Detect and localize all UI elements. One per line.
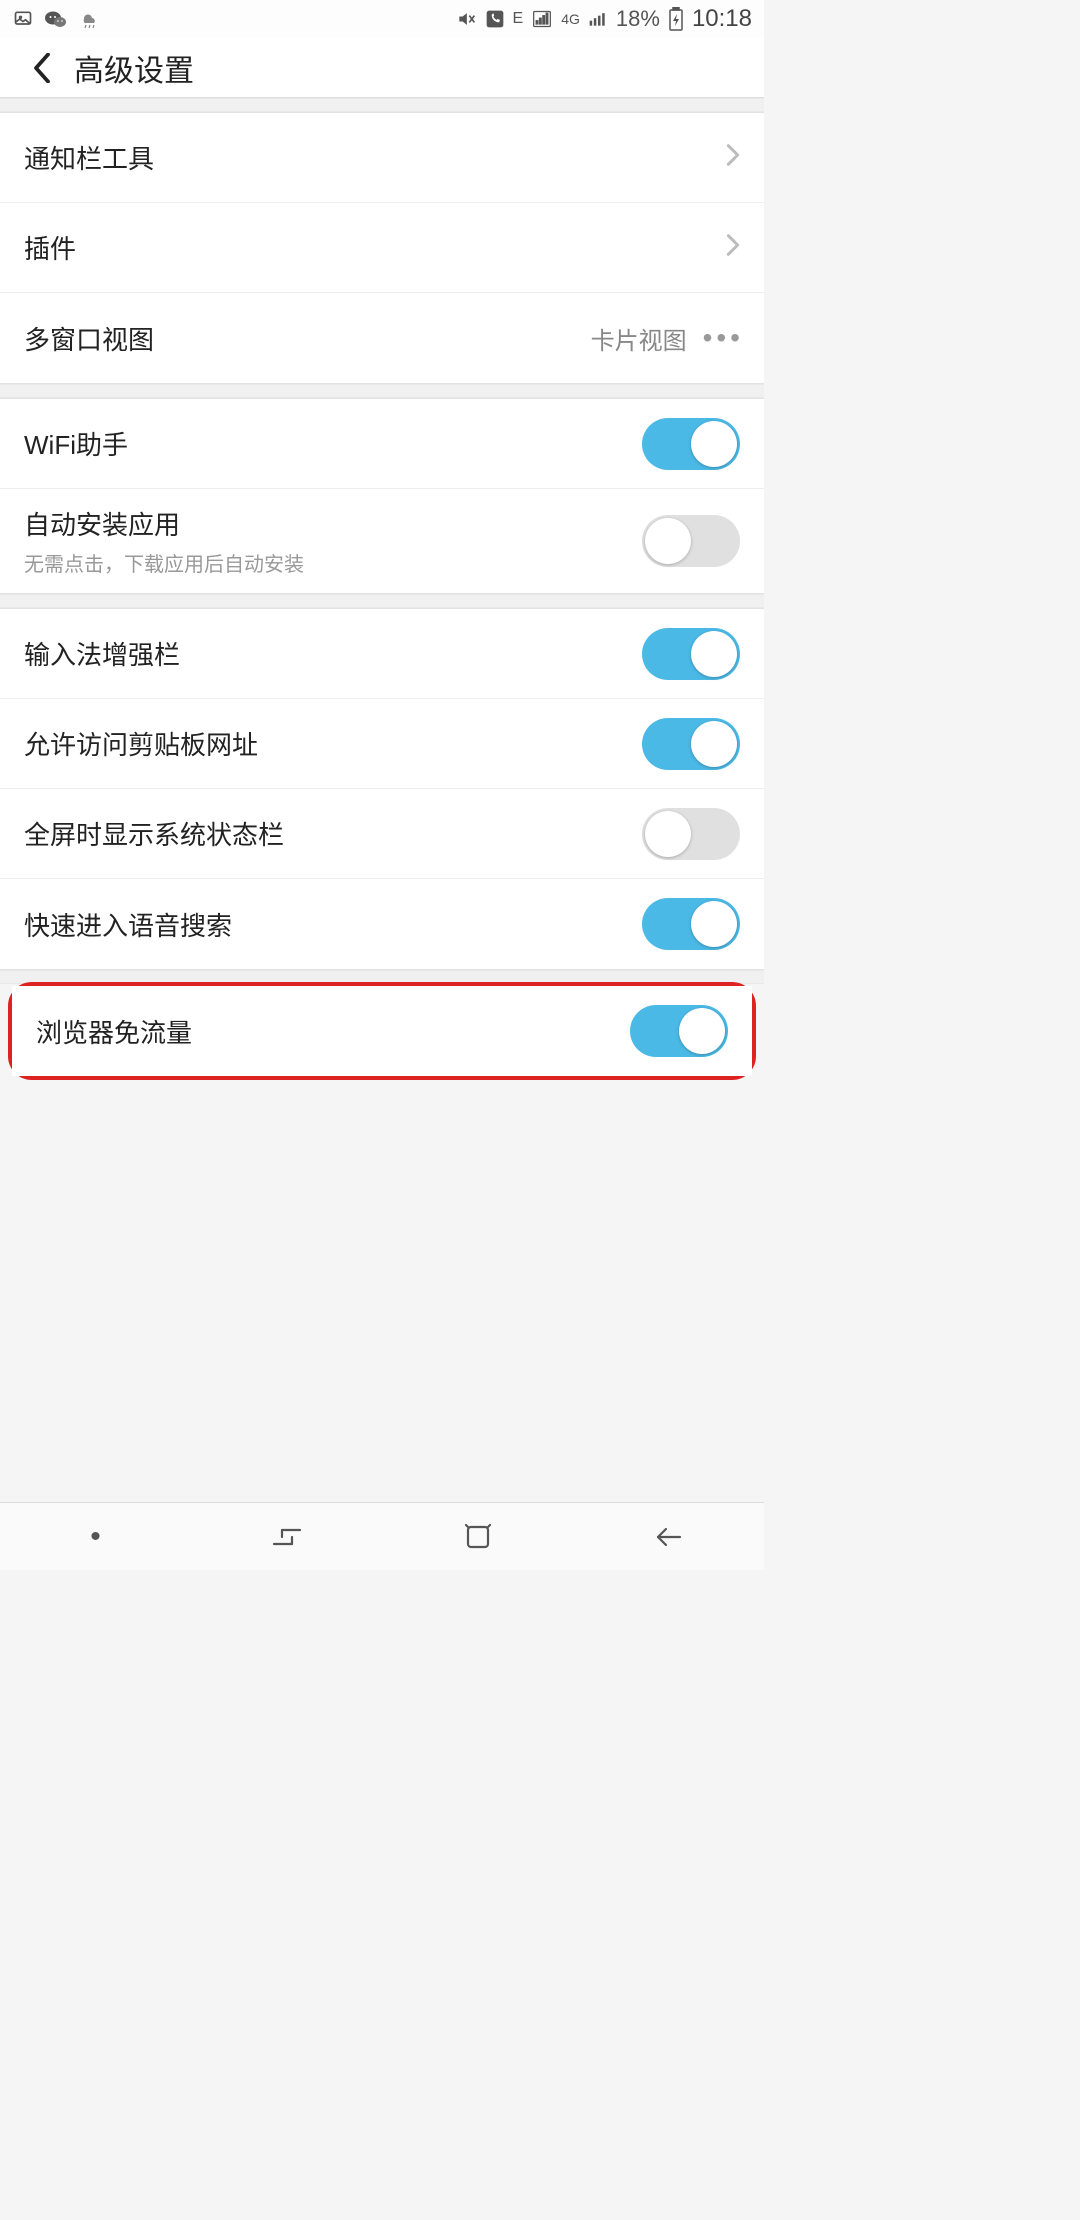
row-label: WiFi助手 [24, 425, 128, 462]
nav-dot-button[interactable]: • [66, 1513, 126, 1561]
battery-pct: 18% [616, 6, 660, 32]
more-dots-icon: ••• [703, 324, 744, 352]
row-label: 快速进入语音搜索 [24, 906, 232, 943]
row-value: 卡片视图 [591, 321, 687, 356]
status-time: 10:18 [692, 5, 752, 33]
row-sublabel: 无需点击，下载应用后自动安装 [24, 548, 304, 577]
highlight-annotation: 浏览器免流量 [8, 982, 756, 1080]
toggle-wifi-assist[interactable] [642, 418, 740, 470]
row-free-data: 浏览器免流量 [12, 986, 752, 1076]
row-clipboard-url: 允许访问剪贴板网址 [0, 699, 764, 789]
row-label: 插件 [24, 229, 76, 266]
app-header: 高级设置 [0, 38, 764, 98]
row-wifi-assist: WiFi助手 [0, 399, 764, 489]
settings-group-2: WiFi助手 自动安装应用 无需点击，下载应用后自动安装 [0, 398, 764, 594]
toggle-ime-bar[interactable] [642, 628, 740, 680]
row-label: 全屏时显示系统状态栏 [24, 815, 284, 852]
row-label: 输入法增强栏 [24, 635, 180, 672]
row-ime-bar: 输入法增强栏 [0, 609, 764, 699]
row-label: 通知栏工具 [24, 139, 154, 176]
phone-box-icon [485, 9, 505, 29]
system-nav-bar: • [0, 1502, 764, 1570]
battery-charging-icon [668, 7, 684, 31]
weather-icon [78, 9, 102, 29]
toggle-auto-install[interactable] [642, 515, 740, 567]
wechat-icon [44, 9, 68, 29]
nav-back-button[interactable] [639, 1513, 699, 1561]
row-label: 浏览器免流量 [36, 1013, 192, 1050]
row-label: 允许访问剪贴板网址 [24, 725, 258, 762]
row-plugins[interactable]: 插件 [0, 203, 764, 293]
row-notification-tool[interactable]: 通知栏工具 [0, 113, 764, 203]
gallery-icon [12, 9, 34, 29]
page-title: 高级设置 [74, 46, 194, 90]
toggle-voice-search[interactable] [642, 898, 740, 950]
settings-group-1: 通知栏工具 插件 多窗口视图 卡片视图 ••• [0, 112, 764, 384]
row-label: 自动安装应用 [24, 505, 304, 542]
network-4g-indicator: 4G [561, 12, 580, 26]
row-voice-search: 快速进入语音搜索 [0, 879, 764, 969]
network-e-indicator: E [513, 10, 524, 28]
nav-home-button[interactable] [448, 1513, 508, 1561]
back-button[interactable] [22, 48, 62, 88]
status-bar: E 4G 18% 10:18 [0, 0, 764, 38]
mute-icon [455, 9, 477, 29]
chevron-right-icon [726, 143, 740, 172]
row-fullscreen-status: 全屏时显示系统状态栏 [0, 789, 764, 879]
row-multiwindow[interactable]: 多窗口视图 卡片视图 ••• [0, 293, 764, 383]
toggle-fullscreen-status[interactable] [642, 808, 740, 860]
settings-group-3: 输入法增强栏 允许访问剪贴板网址 全屏时显示系统状态栏 快速进入语音搜索 [0, 608, 764, 970]
chevron-right-icon [726, 233, 740, 262]
toggle-free-data[interactable] [630, 1005, 728, 1057]
row-auto-install: 自动安装应用 无需点击，下载应用后自动安装 [0, 489, 764, 593]
signal-bars-icon [588, 9, 608, 29]
toggle-clipboard-url[interactable] [642, 718, 740, 770]
signal-box-icon [531, 9, 553, 29]
nav-recents-button[interactable] [257, 1513, 317, 1561]
row-label: 多窗口视图 [24, 320, 154, 357]
